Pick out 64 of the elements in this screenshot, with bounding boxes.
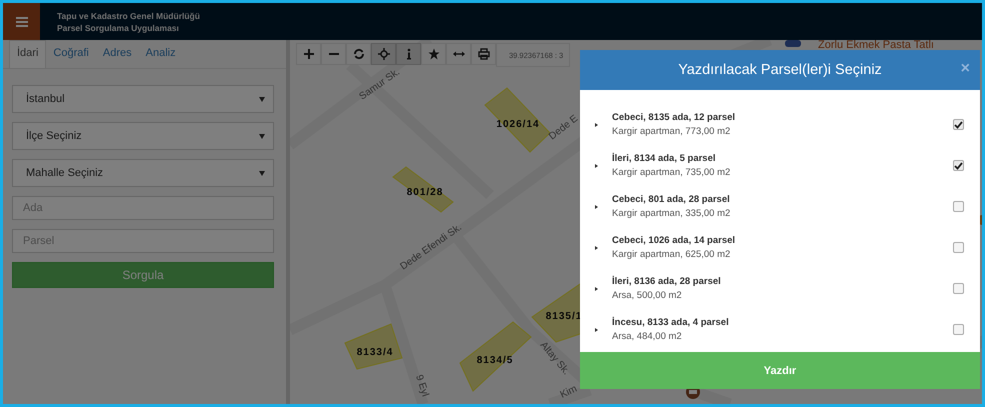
checkbox[interactable]	[953, 119, 964, 130]
expand-arrow-icon[interactable]	[595, 246, 598, 250]
parcel-detail: Kargir apartman, 773,00 m2	[612, 124, 732, 138]
parcel-detail: Arsa, 484,00 m2	[612, 330, 683, 344]
map-tool-button[interactable]	[321, 43, 346, 65]
parcel-detail: Kargir apartman, 335,00 m2	[612, 206, 732, 220]
close-button[interactable]: ×	[960, 62, 970, 76]
dropdown-field[interactable]: İlçe Seçiniz	[12, 122, 274, 150]
app-title: Tapu ve Kadastro Genel Müdürlüğü	[57, 10, 200, 22]
parcel-title: Cebeci, 1026 ada, 14 parsel	[612, 234, 736, 248]
expand-arrow-icon[interactable]	[595, 122, 598, 126]
expand-arrow-icon[interactable]	[595, 164, 598, 168]
refresh-icon	[352, 48, 364, 60]
checkbox[interactable]	[953, 201, 964, 212]
street-label: 9 Eyl	[413, 374, 430, 398]
expand-arrow-icon[interactable]	[595, 286, 598, 290]
expand-arrow-icon[interactable]	[595, 328, 598, 332]
crosshair-icon	[378, 48, 390, 60]
checkbox[interactable]	[953, 283, 964, 294]
print-button[interactable]: Yazdır	[580, 352, 980, 389]
parcel-label: 8134/5	[476, 355, 514, 366]
map-tool-button[interactable]	[346, 43, 371, 65]
parcel-detail: Arsa, 500,00 m2	[612, 288, 683, 302]
map-tool-button[interactable]	[296, 43, 321, 65]
map-tool-button[interactable]	[371, 43, 396, 65]
parcel-label: 8135/1	[546, 311, 582, 322]
expand-arrow-icon[interactable]	[595, 204, 598, 208]
street-label: Kim	[558, 383, 579, 401]
caret-icon	[259, 96, 265, 102]
app-title: Parsel Sorgulama Uygulaması	[57, 22, 180, 34]
parcel-title: İncesu, 8133 ada, 4 parsel	[612, 316, 730, 330]
parcel-title: İleri, 8136 ada, 28 parsel	[612, 274, 722, 288]
map-tool-button[interactable]	[471, 43, 496, 65]
printer-icon	[478, 48, 490, 60]
parcel-label: 1026/14	[496, 119, 540, 130]
map-tool-button[interactable]	[421, 43, 446, 65]
dialog-title: Yazdırılacak Parsel(ler)i Seçiniz	[678, 62, 882, 78]
dropdown-field[interactable]: İstanbul	[12, 85, 274, 113]
caret-icon	[259, 170, 265, 176]
parcel-title: Cebeci, 8135 ada, 12 parsel	[612, 110, 736, 124]
sidebar-tab[interactable]: İdari	[9, 40, 46, 68]
parcel-label: 8133/4	[356, 347, 394, 358]
checkbox[interactable]	[953, 324, 964, 335]
parcel-label: 801/28	[406, 187, 444, 198]
parcel-title: Cebeci, 801 ada, 28 parsel	[612, 192, 731, 206]
sidebar-tab[interactable]: Coğrafi	[46, 41, 96, 68]
parcel-detail: Kargir apartman, 625,00 m2	[612, 248, 732, 262]
place-marker-icon	[785, 40, 801, 47]
parcel-title: İleri, 8134 ada, 5 parsel	[612, 152, 717, 166]
plus-icon	[302, 48, 314, 60]
query-button[interactable]: Sorgula	[12, 262, 274, 288]
sidebar-tab[interactable]: Analiz	[138, 41, 183, 68]
map-tool-button[interactable]	[446, 43, 471, 65]
caret-icon	[259, 134, 265, 138]
star-icon	[428, 48, 440, 60]
place-label: Zorlu Ekmek Pasta Tatlı	[818, 40, 934, 51]
map-tool-button[interactable]	[396, 43, 421, 65]
sidebar-tab[interactable]: Adres	[96, 41, 139, 68]
parcel-detail: Kargir apartman, 735,00 m2	[612, 166, 732, 180]
menu-button[interactable]	[3, 3, 40, 40]
menu-icon	[16, 16, 28, 26]
checkbox[interactable]	[953, 242, 964, 253]
checkbox[interactable]	[953, 160, 964, 171]
dropdown-field[interactable]: Mahalle Seçiniz	[12, 159, 274, 187]
